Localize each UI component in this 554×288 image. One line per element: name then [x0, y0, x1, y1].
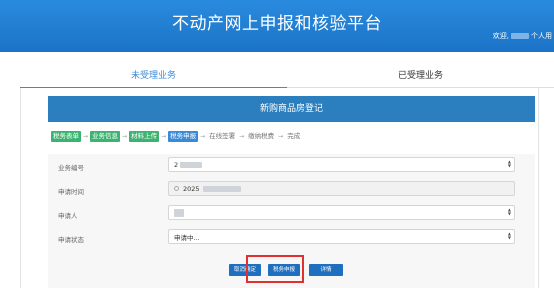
business-tabs: 未受理业务 已受理业务	[20, 68, 554, 88]
step-pay-tax: 缴纳税费	[248, 131, 275, 140]
status-label: 申请状态	[58, 236, 84, 244]
spinner-arrows-icon[interactable]: ▲ ▼	[508, 160, 511, 168]
step-tax-declare: 税务申报	[168, 130, 199, 142]
status-value: 申请中...	[174, 233, 200, 242]
apply-time-label: 申请时间	[58, 188, 84, 196]
clock-icon	[174, 186, 179, 191]
step-online-sign: 在线签署	[209, 131, 236, 140]
apply-time-value: 2025	[183, 184, 200, 193]
business-no-value: 2	[174, 160, 179, 169]
arrow-icon: →	[278, 132, 284, 140]
business-no-label: 业务编号	[58, 164, 84, 172]
tab-accepted[interactable]: 已受理业务	[287, 68, 554, 88]
top-banner: 不动产网上申报和核验平台 欢迎, 个人用	[0, 0, 554, 52]
redacted-value	[202, 185, 241, 192]
platform-title: 不动产网上申报和核验平台	[172, 14, 382, 34]
tab-unaccepted[interactable]: 未受理业务	[20, 68, 287, 88]
arrow-icon: →	[200, 132, 206, 140]
detail-button[interactable]: 详情	[309, 264, 343, 276]
spinner-arrows-icon[interactable]: ▲ ▼	[508, 208, 511, 216]
status-select[interactable]: 申请中... ▲ ▼	[168, 229, 515, 244]
step-tax-form: 税务表单	[51, 130, 81, 142]
step-business-info: 业务信息	[90, 130, 121, 142]
welcome-user: 欢迎, 个人用	[493, 31, 552, 41]
business-no-input[interactable]: 2 ▲ ▼	[168, 157, 515, 172]
step-complete: 完成	[287, 131, 301, 140]
applicant-input[interactable]: ▲ ▼	[168, 205, 515, 220]
redacted-username	[511, 33, 529, 39]
welcome-suffix: 个人用	[531, 32, 552, 40]
spinner-arrows-icon[interactable]: ▲ ▼	[508, 232, 511, 240]
redacted-value	[180, 161, 203, 168]
redacted-value	[174, 208, 184, 217]
arrow-icon: →	[83, 132, 89, 140]
arrow-icon: →	[122, 132, 128, 140]
highlight-annotation	[246, 255, 304, 283]
apply-time-input[interactable]: 2025	[168, 181, 515, 196]
arrow-icon: →	[239, 132, 245, 140]
progress-steps: 税务表单 → 业务信息 → 材料上传 → 税务申报 → 在线签署 → 缴纳税费 …	[51, 130, 302, 142]
form-title: 新购商品房登记	[48, 96, 535, 122]
applicant-label: 申请人	[58, 212, 78, 220]
step-material-upload: 材料上传	[129, 130, 160, 142]
arrow-icon: →	[161, 132, 167, 140]
welcome-prefix: 欢迎,	[492, 32, 509, 40]
